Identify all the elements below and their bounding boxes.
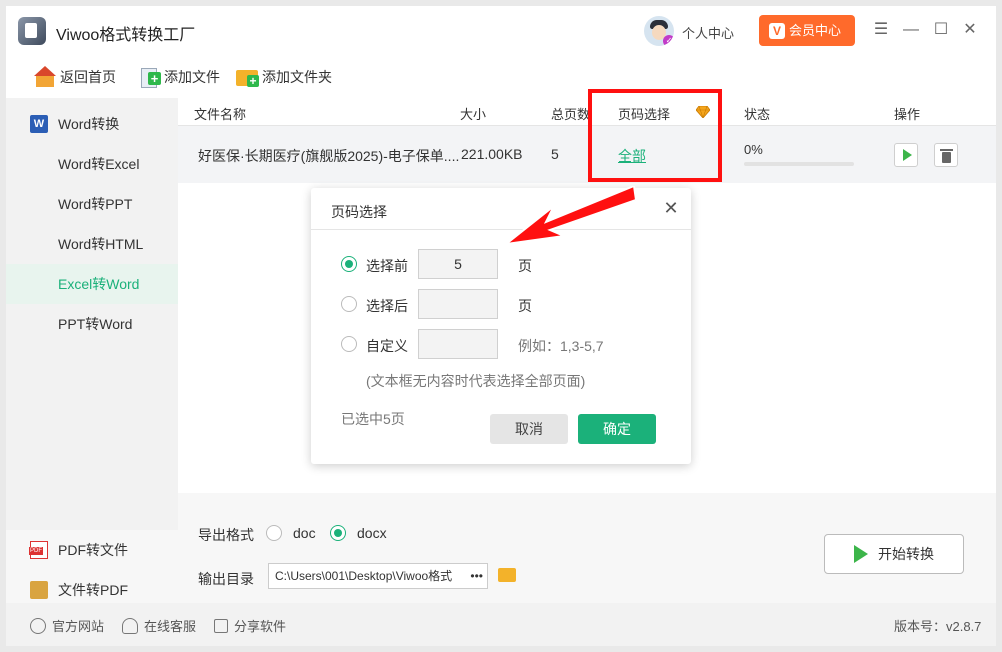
home-icon: [34, 66, 56, 88]
highlight-annotation: [588, 89, 722, 182]
status-text: 0%: [744, 142, 763, 157]
headset-icon: [122, 617, 138, 634]
output-path-text: C:\Users\001\Desktop\Viwoo格式: [275, 569, 453, 583]
file-to-pdf-icon: [30, 581, 48, 599]
option-first-suffix: 页: [518, 258, 532, 274]
pdf-icon: [29, 541, 48, 559]
sidebar-item-excel-to-word[interactable]: Excel转Word: [6, 264, 178, 304]
sidebar-item-word-to-ppt[interactable]: Word转PPT: [6, 184, 178, 224]
col-name: 文件名称: [194, 107, 247, 122]
word-icon: W: [30, 115, 48, 133]
selected-pages-info: 已选中5页: [341, 411, 405, 427]
path-more-button[interactable]: •••: [468, 564, 483, 588]
sidebar-item-ppt-to-word[interactable]: PPT转Word: [6, 304, 178, 344]
output-dir-label: 输出目录: [198, 571, 254, 587]
title-bar: Viwoo格式转换工厂 ✓ 个人中心 V 会员中心 ☰ — ☐ ✕: [6, 6, 996, 56]
app-window: Viwoo格式转换工厂 ✓ 个人中心 V 会员中心 ☰ — ☐ ✕ 返回首页 添加…: [6, 6, 996, 646]
minimize-button[interactable]: —: [901, 20, 921, 40]
first-pages-input[interactable]: 5: [418, 249, 498, 279]
share-icon: [214, 618, 228, 633]
dialog-confirm-button[interactable]: 确定: [578, 414, 656, 444]
format-doc-label[interactable]: doc: [293, 525, 316, 541]
start-convert-label: 开始转换: [878, 546, 934, 562]
settings-panel: 导出格式 doc docx 输出目录 C:\Users\001\Desktop\…: [178, 493, 996, 603]
user-center-link[interactable]: 个人中心: [682, 23, 734, 42]
sidebar-item-pdf-to-file[interactable]: PDF转文件: [6, 530, 178, 570]
col-status: 状态: [744, 107, 771, 122]
play-button[interactable]: [894, 143, 918, 167]
custom-example-hint: 例如：1,3-5,7: [518, 338, 604, 354]
custom-pages-input[interactable]: [418, 329, 498, 359]
sidebar-item-word-to-html[interactable]: Word转HTML: [6, 224, 178, 264]
file-name: 好医保·长期医疗(旗舰版2025)-电子保单....: [198, 148, 460, 164]
option-custom-radio[interactable]: [341, 336, 357, 352]
start-convert-button[interactable]: 开始转换: [824, 534, 964, 574]
user-avatar[interactable]: ✓: [644, 16, 674, 46]
home-button[interactable]: 返回首页: [34, 64, 116, 90]
table-row[interactable]: 好医保·长期医疗(旗舰版2025)-电子保单.... 221.00KB 5 全部…: [178, 126, 996, 183]
add-folder-button[interactable]: 添加文件夹: [236, 64, 332, 90]
dialog-close-icon[interactable]: ✕: [661, 198, 681, 218]
share-label: 分享软件: [234, 619, 287, 634]
globe-icon: [30, 617, 46, 634]
option-first-label[interactable]: 选择前: [366, 256, 408, 276]
option-last-label[interactable]: 选择后: [366, 296, 408, 316]
footer: 官方网站 在线客服 分享软件 版本号：v2.8.7: [6, 603, 996, 646]
output-path-field[interactable]: C:\Users\001\Desktop\Viwoo格式 •••: [268, 563, 488, 589]
menu-icon[interactable]: ☰: [871, 20, 891, 40]
option-last-suffix: 页: [518, 298, 532, 314]
verified-badge-icon: ✓: [663, 35, 674, 46]
vip-center-button[interactable]: V 会员中心: [759, 15, 855, 46]
online-support-label: 在线客服: [144, 619, 197, 634]
option-last-radio[interactable]: [341, 296, 357, 312]
file-pages: 5: [551, 146, 559, 162]
close-button[interactable]: ✕: [960, 20, 980, 40]
version-label: 版本号：v2.8.7: [894, 619, 982, 634]
last-pages-input[interactable]: [418, 289, 498, 319]
add-folder-label: 添加文件夹: [262, 69, 332, 85]
pdf-to-file-label: PDF转文件: [58, 542, 128, 558]
col-action: 操作: [894, 107, 921, 122]
sidebar-bottom: PDF转文件 文件转PDF: [6, 530, 178, 608]
vip-v-icon: V: [769, 23, 785, 39]
home-label: 返回首页: [60, 69, 116, 85]
share-link[interactable]: 分享软件: [214, 616, 286, 635]
progress-bar: [744, 162, 854, 166]
format-doc-radio[interactable]: [266, 525, 282, 541]
add-file-icon: [138, 66, 161, 88]
table-header: 文件名称 大小 总页数 页码选择 状态 操作: [178, 98, 996, 126]
toolbar: 返回首页 添加文件 添加文件夹: [6, 56, 996, 98]
sidebar-item-word-to-excel[interactable]: Word转Excel: [6, 144, 178, 184]
sidebar-group-label: Word转换: [58, 116, 120, 132]
add-folder-icon: [236, 66, 259, 88]
maximize-button[interactable]: ☐: [931, 20, 951, 40]
col-size: 大小: [460, 107, 487, 122]
delete-button[interactable]: [934, 143, 958, 167]
vip-label: 会员中心: [789, 23, 842, 38]
dialog-cancel-button[interactable]: 取消: [490, 414, 568, 444]
official-site-label: 官方网站: [52, 619, 105, 634]
empty-input-note: (文本框无内容时代表选择全部页面): [366, 373, 586, 389]
dialog-title: 页码选择: [331, 204, 387, 220]
option-custom-label[interactable]: 自定义: [366, 336, 408, 356]
folder-icon[interactable]: [498, 568, 516, 582]
online-support-link[interactable]: 在线客服: [122, 616, 196, 635]
play-icon: [854, 545, 868, 563]
option-first-radio[interactable]: [341, 256, 357, 272]
official-site-link[interactable]: 官方网站: [30, 616, 104, 635]
export-format-label: 导出格式: [198, 527, 254, 543]
arrow-annotation-icon: [506, 186, 636, 246]
add-file-button[interactable]: 添加文件: [138, 64, 220, 90]
format-docx-label[interactable]: docx: [357, 525, 387, 541]
add-file-label: 添加文件: [164, 69, 220, 85]
app-logo-icon: [18, 17, 46, 45]
col-pages: 总页数: [551, 107, 591, 122]
file-to-pdf-label: 文件转PDF: [58, 582, 128, 598]
sidebar: W Word转换 Word转Excel Word转PPT Word转HTML E…: [6, 98, 178, 608]
file-size: 221.00KB: [461, 146, 523, 162]
format-docx-radio[interactable]: [330, 525, 346, 541]
sidebar-group-word[interactable]: W Word转换: [6, 104, 178, 144]
app-title: Viwoo格式转换工厂: [56, 27, 196, 44]
